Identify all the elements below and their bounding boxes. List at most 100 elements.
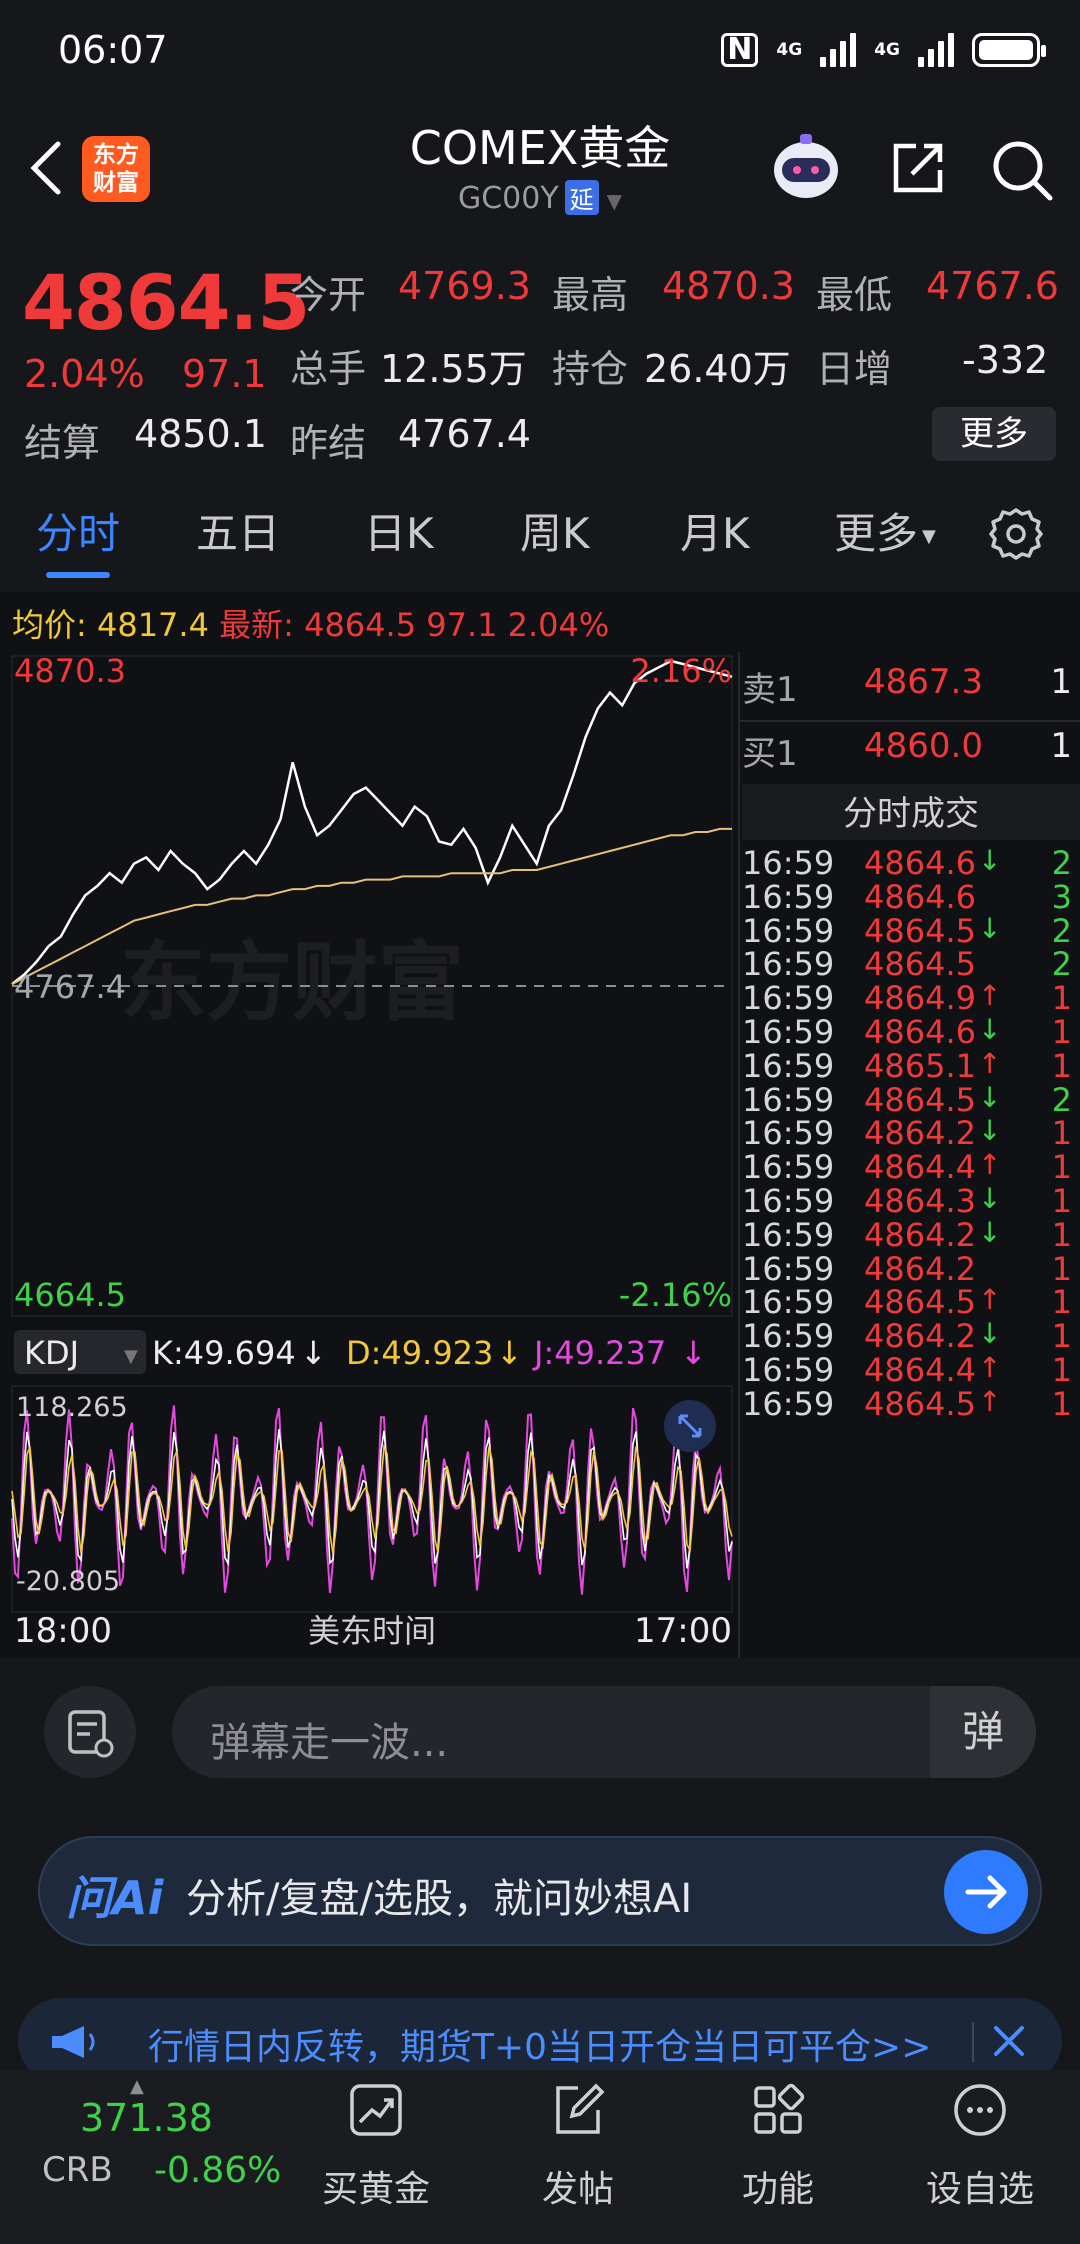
- ticks-title: 分时成交: [843, 794, 979, 834]
- tick-time: 16:59: [742, 1215, 835, 1254]
- tick-row: 16:59 4864.2 ↓ 1: [742, 1317, 1080, 1355]
- tick-qty: 1: [1051, 1351, 1072, 1389]
- kdj-y-low: -20.805: [16, 1566, 120, 1597]
- tick-row: 16:59 4865.1 ↑ 1: [742, 1047, 1080, 1085]
- kdj-j-arrow-icon: ↓: [680, 1334, 707, 1372]
- nfc-icon: N: [721, 33, 759, 67]
- tick-price: 4864.5: [864, 1283, 976, 1322]
- tab-monthly-k[interactable]: 月K: [680, 500, 750, 561]
- tick-row: 16:59 4864.2 ↓ 1: [742, 1114, 1080, 1152]
- tick-down-arrow-icon: ↓: [978, 1080, 1002, 1114]
- tick-price: 4864.4: [864, 1351, 976, 1389]
- tick-qty: 2: [1051, 844, 1072, 882]
- tick-row: 16:59 4864.4 ↑ 1: [742, 1148, 1080, 1186]
- y-mid-label: 4767.4: [14, 968, 126, 1006]
- stat-label-open: 今开: [290, 273, 367, 317]
- danmu-toggle-button[interactable]: 弹: [930, 1686, 1036, 1778]
- tab-more-label: 更多: [834, 509, 919, 558]
- tick-time: 16:59: [742, 1317, 835, 1356]
- tick-qty: 1: [1051, 1249, 1072, 1288]
- tick-qty: 1: [1051, 1283, 1072, 1322]
- tick-row: 16:59 4864.6 3: [742, 878, 1080, 916]
- kdj-k-line: [11, 1429, 733, 1569]
- tick-time: 16:59: [742, 1283, 835, 1322]
- tick-time: 16:59: [742, 877, 835, 916]
- tab-weekly-k[interactable]: 周K: [520, 500, 590, 561]
- tick-down-arrow-icon: ↓: [978, 1182, 1002, 1215]
- tab-daily-k[interactable]: 日K: [364, 500, 434, 561]
- sell-1-row: 卖1 4867.3 1: [742, 662, 1080, 710]
- comment-placeholder: 弹幕走一波...: [210, 1720, 449, 1766]
- stat-label-daily-inc: 日增: [816, 347, 893, 391]
- tick-qty: 1: [1051, 1215, 1072, 1254]
- tick-time: 16:59: [742, 911, 835, 950]
- tick-down-arrow-icon: ↓: [978, 1114, 1002, 1148]
- tick-up-arrow-icon: ↑: [978, 1384, 1002, 1418]
- tick-price: 4864.9: [864, 979, 976, 1018]
- sell-1-label: 卖1: [742, 670, 798, 710]
- tick-price: 4864.6: [864, 877, 976, 916]
- kdj-d: D:49.923: [346, 1334, 493, 1372]
- stat-value-volume: 12.55万: [380, 347, 527, 391]
- kdj-y-high: 118.265: [16, 1392, 128, 1423]
- battery-icon: [972, 33, 1046, 67]
- tick-down-arrow-icon: ↓: [978, 1317, 1002, 1351]
- tab-more[interactable]: 更多 ▼: [834, 500, 936, 561]
- kdj-d-arrow-icon: ↓: [496, 1334, 523, 1372]
- status-bar: 06:07 N 4G 4G: [0, 0, 1080, 100]
- tick-qty: 1: [1051, 1317, 1072, 1356]
- chevron-down-icon: ▼: [606, 189, 623, 213]
- tick-down-arrow-icon: ↓: [978, 844, 1002, 877]
- network-2: 4G: [874, 39, 900, 60]
- ai-go-button[interactable]: [944, 1850, 1028, 1934]
- comment-list-icon[interactable]: [44, 1686, 136, 1778]
- stat-value-open: 4769.3: [398, 264, 531, 308]
- tick-up-arrow-icon: ↑: [978, 979, 1002, 1013]
- tick-price: 4864.6: [864, 844, 976, 882]
- time-end: 17:00: [634, 1611, 732, 1651]
- crb-label: CRB: [42, 2150, 113, 2190]
- tick-price: 4864.2: [864, 1114, 976, 1153]
- ticker-divider: [972, 2022, 974, 2062]
- y-high-pct-label: 2.16%: [630, 652, 732, 690]
- tab-intraday[interactable]: 分时: [36, 500, 120, 561]
- tick-time: 16:59: [742, 1114, 835, 1153]
- intraday-chart[interactable]: 东方财富 4870.3 2.16% 4767.4 4664.5 -2.16% K…: [0, 652, 740, 1658]
- close-icon[interactable]: [984, 2016, 1034, 2066]
- tick-time: 16:59: [742, 1080, 835, 1119]
- tick-qty: 1: [1051, 1182, 1072, 1220]
- ai-robot-icon[interactable]: [770, 130, 842, 202]
- tick-price: 4864.5: [864, 945, 976, 984]
- buy-1-price: 4860.0: [864, 726, 983, 766]
- y-low-label: 4664.5: [14, 1276, 126, 1314]
- crb-index[interactable]: ▲ 371.38 CRB -0.86%: [24, 2076, 294, 2226]
- gear-icon[interactable]: [988, 506, 1044, 562]
- search-icon[interactable]: [990, 138, 1054, 202]
- nav-post-label: 发帖: [541, 2169, 614, 2210]
- change-value: 97.1: [182, 352, 267, 396]
- apps-icon: [754, 2083, 805, 2134]
- tick-row: 16:59 4864.2 ↓ 1: [742, 1215, 1080, 1254]
- kdj-k-arrow-icon: ↓: [300, 1334, 327, 1372]
- stat-label-high: 最高: [552, 273, 629, 317]
- tick-time: 16:59: [742, 1046, 835, 1085]
- tick-price: 4864.4: [864, 1148, 976, 1187]
- sell-1-qty: 1: [1050, 662, 1072, 702]
- tick-qty: 2: [1051, 945, 1072, 984]
- tick-price: 4864.5: [864, 1080, 976, 1119]
- more-stats-button[interactable]: 更多: [932, 407, 1056, 461]
- tick-price: 4864.2: [864, 1249, 976, 1288]
- tick-down-arrow-icon: ↓: [978, 1215, 1002, 1249]
- active-tab-indicator: [46, 572, 110, 578]
- stat-label-prev-settle: 昨结: [290, 421, 367, 465]
- share-icon[interactable]: [888, 138, 948, 198]
- tick-row: 16:59 4864.2 1: [742, 1250, 1080, 1288]
- change-percent: 2.04%: [24, 352, 145, 396]
- kdj-chevron-icon: ▼: [124, 1346, 138, 1367]
- tick-time: 16:59: [742, 1249, 835, 1288]
- tab-five-day[interactable]: 五日: [196, 500, 280, 561]
- tick-qty: 1: [1051, 1114, 1072, 1153]
- ticker-text: 行情日内反转，期货T+0当日开仓当日可平仓>>: [148, 2027, 932, 2068]
- caret-up-icon: ▲: [130, 2076, 144, 2097]
- stat-value-prev-settle: 4767.4: [398, 412, 531, 456]
